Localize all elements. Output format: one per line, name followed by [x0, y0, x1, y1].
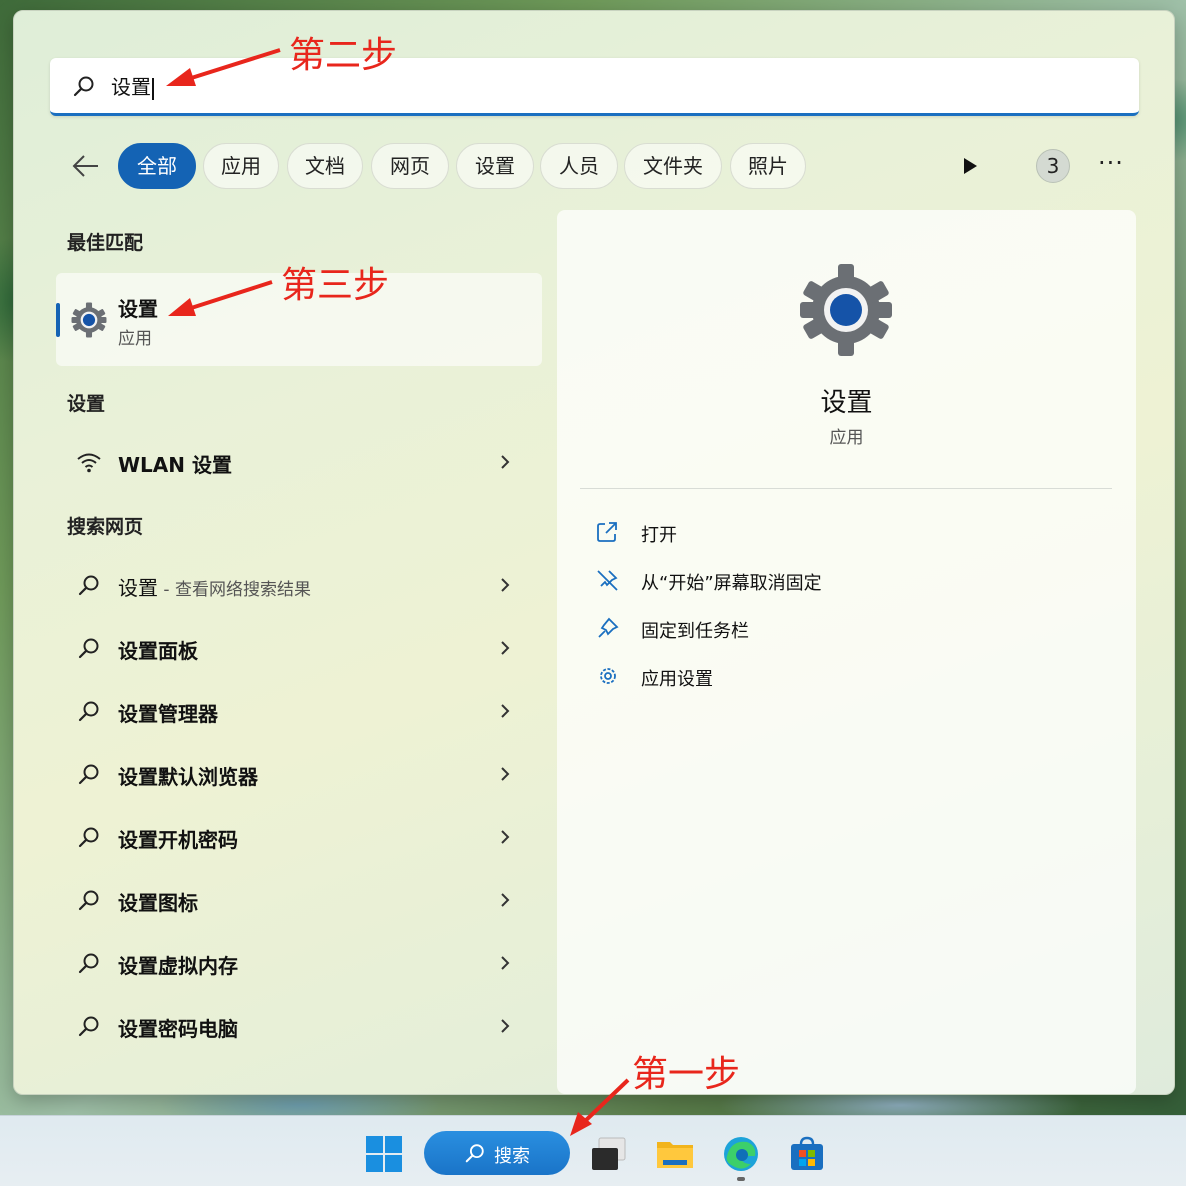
detail-app-name: 设置 [820, 388, 873, 418]
search-icon [73, 76, 94, 97]
action-app-settings[interactable]: 应用设置 [595, 658, 1095, 694]
action-label: 固定到任务栏 [641, 621, 749, 642]
search-icon [78, 1016, 99, 1037]
action-label: 从“开始”屏幕取消固定 [641, 573, 822, 594]
chevron-right-icon [501, 767, 510, 781]
filter-chip-all[interactable]: 全部 [118, 143, 196, 189]
chevron-right-icon [501, 1019, 510, 1033]
taskbar-search-label: 搜索 [494, 1146, 530, 1167]
web-result-item[interactable]: 设置面板 [56, 622, 542, 674]
web-result-label: 设置密码电脑 [118, 1017, 238, 1041]
web-result-item[interactable]: 设置图标 [56, 874, 542, 926]
web-result-label: 设置默认浏览器 [118, 765, 258, 789]
search-icon [78, 827, 99, 848]
best-match-heading: 最佳匹配 [67, 232, 144, 254]
chevron-right-icon [501, 455, 510, 469]
chevron-right-icon [501, 704, 510, 718]
action-unpin-start[interactable]: 从“开始”屏幕取消固定 [595, 562, 1095, 598]
gear-icon [600, 668, 616, 684]
web-search-heading: 搜索网页 [67, 516, 144, 538]
annotation-step-1: 第一步 [632, 1054, 741, 1095]
filter-chip-photos[interactable]: 照片 [730, 143, 806, 189]
edge-browser-icon[interactable] [721, 1134, 761, 1174]
open-external-icon [597, 522, 617, 542]
divider [580, 488, 1112, 489]
taskbar: 搜索 [0, 1115, 1186, 1186]
search-icon [78, 575, 99, 596]
task-view-icon[interactable] [589, 1134, 629, 1174]
best-match-name: 设置 [118, 297, 158, 321]
web-result-item[interactable]: 设置默认浏览器 [56, 748, 542, 800]
gear-icon [800, 264, 892, 356]
filter-chip-settings[interactable]: 设置 [456, 143, 534, 189]
action-label: 应用设置 [641, 669, 713, 690]
filter-bar: 全部 应用 文档 网页 设置 人员 文件夹 照片 3 ··· [0, 143, 1186, 189]
action-pin-taskbar[interactable]: 固定到任务栏 [595, 610, 1095, 646]
play-icon[interactable] [958, 154, 982, 178]
selection-indicator [56, 303, 60, 337]
chevron-right-icon [501, 641, 510, 655]
gear-icon [71, 302, 107, 338]
chevron-right-icon [501, 956, 510, 970]
unpin-icon [597, 570, 618, 591]
chevron-right-icon [501, 578, 510, 592]
result-detail-panel: 设置 应用 打开 从“开始”屏幕取消固定 固定到任务栏 应用设置 [557, 210, 1136, 1094]
filter-chip-apps[interactable]: 应用 [203, 143, 279, 189]
web-result-hint: - 查看网络搜索结果 [158, 580, 311, 600]
web-result-label: 设置虚拟内存 [118, 954, 238, 978]
web-result-label: 设置 - 查看网络搜索结果 [118, 576, 311, 600]
windows-start-icon[interactable] [364, 1134, 404, 1174]
filter-chip-documents[interactable]: 文档 [287, 143, 363, 189]
web-result-label: 设置面板 [118, 639, 198, 663]
search-icon [78, 638, 99, 659]
search-input[interactable]: 设置 [50, 58, 1139, 116]
file-explorer-icon[interactable] [655, 1134, 695, 1174]
web-result-label: 设置图标 [118, 891, 198, 915]
chevron-right-icon [501, 893, 510, 907]
filter-chip-people[interactable]: 人员 [540, 143, 618, 189]
search-icon [78, 953, 99, 974]
running-indicator [737, 1177, 745, 1181]
web-result-item[interactable]: 设置虚拟内存 [56, 937, 542, 989]
web-result-item[interactable]: 设置 - 查看网络搜索结果 [56, 559, 542, 611]
action-open[interactable]: 打开 [595, 514, 1095, 550]
web-result-label: 设置开机密码 [118, 828, 238, 852]
annotation-step-3: 第三步 [281, 265, 390, 306]
detail-app-type: 应用 [829, 428, 864, 448]
web-result-item[interactable]: 设置密码电脑 [56, 1000, 542, 1052]
result-item-wlan-settings[interactable]: WLAN 设置 [56, 436, 542, 488]
search-query: 设置 [111, 71, 154, 100]
search-icon [78, 701, 99, 722]
filter-chip-web[interactable]: 网页 [371, 143, 449, 189]
taskbar-search-button[interactable]: 搜索 [424, 1131, 570, 1175]
arrow-left-icon[interactable] [66, 151, 104, 181]
best-match-type: 应用 [118, 329, 152, 349]
text-caret [152, 77, 154, 100]
filter-chip-folders[interactable]: 文件夹 [624, 143, 722, 189]
more-options-button[interactable]: ··· [1096, 151, 1126, 177]
web-result-item[interactable]: 设置开机密码 [56, 811, 542, 863]
store-icon[interactable] [787, 1134, 827, 1174]
web-result-item[interactable]: 设置管理器 [56, 685, 542, 737]
action-label: 打开 [641, 525, 677, 546]
chevron-right-icon [501, 830, 510, 844]
result-item-label: WLAN 设置 [118, 453, 232, 477]
rewards-badge[interactable]: 3 [1036, 149, 1070, 183]
web-result-label: 设置管理器 [118, 702, 218, 726]
pin-icon [598, 617, 619, 638]
settings-section-heading: 设置 [67, 393, 106, 415]
search-icon [465, 1144, 484, 1163]
annotation-step-2: 第二步 [289, 35, 398, 76]
search-icon [78, 890, 99, 911]
search-icon [78, 764, 99, 785]
wifi-icon [77, 453, 101, 473]
